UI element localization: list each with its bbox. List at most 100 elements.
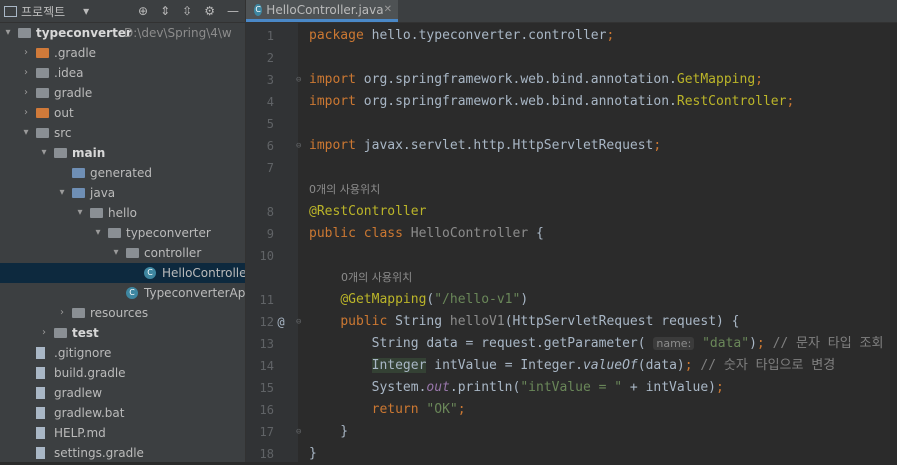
usage-hint[interactable]: 0개의 사용위치 xyxy=(341,267,412,289)
fold-icon[interactable]: ⊖ xyxy=(296,421,306,443)
tree-item[interactable]: ▾ java xyxy=(0,183,245,203)
tree-item[interactable]: build.gradle xyxy=(0,363,245,383)
tree-item-label: typeconverter xyxy=(36,26,132,40)
collapse-all-icon[interactable]: ⇳ xyxy=(182,4,192,18)
tab-label: HelloController.java xyxy=(266,2,384,17)
code-text: return "OK"; xyxy=(371,402,466,417)
folder-icon xyxy=(36,108,49,118)
code-line: 13 String data = request.getParameter( n… xyxy=(246,333,897,355)
code-line: 8 @RestController xyxy=(246,201,897,223)
line-number: 13 xyxy=(259,337,274,351)
code-line: 9 public class HelloController { xyxy=(246,223,897,245)
tree-item[interactable]: › resources xyxy=(0,303,245,323)
line-number: 5 xyxy=(266,117,274,131)
class-icon: C xyxy=(126,287,138,299)
code-line: 16 return "OK"; xyxy=(246,399,897,421)
code-text: Integer intValue = Integer.valueOf(data)… xyxy=(371,358,836,373)
line-number: 17 xyxy=(259,425,274,439)
chevron-right-icon[interactable]: › xyxy=(20,83,32,103)
tree-item[interactable]: ▾ controller xyxy=(0,243,245,263)
chevron-right-icon[interactable]: › xyxy=(38,323,50,343)
chevron-down-icon[interactable]: ▾ xyxy=(110,243,122,263)
folder-icon xyxy=(18,28,31,38)
tree-item[interactable]: › .gradle xyxy=(0,43,245,63)
folder-icon xyxy=(72,308,85,318)
line-number: 15 xyxy=(259,381,274,395)
tree-item[interactable]: settings.gradle xyxy=(0,443,245,462)
code-text: System.out.println("intValue = " + intVa… xyxy=(309,380,724,395)
chevron-right-icon[interactable]: › xyxy=(20,103,32,123)
tree-item[interactable]: ▾ main xyxy=(0,143,245,163)
chevron-down-icon[interactable]: ▾ xyxy=(83,4,89,18)
code-text: public String helloV1(HttpServletRequest… xyxy=(340,314,740,329)
tree-item[interactable]: gradlew.bat xyxy=(0,403,245,423)
code-editor[interactable]: 1 package hello.typeconverter.controller;… xyxy=(246,23,897,462)
code-line: 3 ⊖ import org.springframework.web.bind.an… xyxy=(246,69,897,91)
tree-item[interactable]: ▾ hello xyxy=(0,203,245,223)
gradle-file-icon xyxy=(36,447,45,459)
line-number: 7 xyxy=(266,161,274,175)
chevron-right-icon[interactable]: › xyxy=(20,63,32,83)
gear-icon[interactable]: ⚙ xyxy=(204,4,215,18)
close-icon[interactable]: ✕ xyxy=(384,4,392,15)
chevron-right-icon[interactable]: › xyxy=(20,43,32,63)
fold-icon[interactable]: ⊖ xyxy=(296,135,306,157)
chevron-down-icon[interactable]: ▾ xyxy=(74,203,86,223)
tree-item-label: generated xyxy=(90,166,152,180)
chevron-down-icon[interactable]: ▾ xyxy=(38,143,50,163)
line-number: 1 xyxy=(266,29,274,43)
tree-item[interactable]: › out xyxy=(0,103,245,123)
class-icon: C xyxy=(254,3,263,16)
package-icon xyxy=(90,208,103,218)
tree-item-label: HELP.md xyxy=(54,426,106,440)
folder-icon xyxy=(36,68,49,78)
line-number: 2 xyxy=(266,51,274,65)
tree-item[interactable]: .gitignore xyxy=(0,343,245,363)
code-text: import org.springframework.web.bind.anno… xyxy=(309,94,795,109)
line-number: 6 xyxy=(266,139,274,153)
fold-icon[interactable]: ⊖ xyxy=(296,69,306,91)
code-text: public class HelloController { xyxy=(309,226,544,241)
code-line: 1 package hello.typeconverter.controller; xyxy=(246,25,897,47)
project-panel: 프로젝트 ▾ ⊕ ⇕ ⇳ ⚙ — ▾ typeconverter D:\dev\Sp… xyxy=(0,0,246,462)
annotation-marker-icon[interactable]: @ xyxy=(274,311,288,333)
tree-item[interactable]: › .idea xyxy=(0,63,245,83)
usage-hint-line: 0개의 사용위치 xyxy=(246,179,897,201)
editor-tabs: C HelloController.java ✕ xyxy=(246,0,897,23)
tree-item-label: test xyxy=(72,326,99,340)
tree-item-label: gradlew.bat xyxy=(54,406,125,420)
chevron-down-icon[interactable]: ▾ xyxy=(20,123,32,143)
tree-item[interactable]: C HelloController xyxy=(0,263,245,283)
tree-item[interactable]: ▾ typeconverter xyxy=(0,223,245,243)
code-text: import javax.servlet.http.HttpServletReq… xyxy=(309,138,662,153)
fold-icon[interactable]: ⊖ xyxy=(296,311,306,333)
locate-icon[interactable]: ⊕ xyxy=(138,4,148,18)
chevron-down-icon[interactable]: ▾ xyxy=(92,223,104,243)
project-title: 프로젝트 xyxy=(21,4,66,19)
tree-item[interactable]: ▾ src xyxy=(0,123,245,143)
chevron-down-icon[interactable]: ▾ xyxy=(56,183,68,203)
folder-icon xyxy=(72,188,85,198)
tree-item[interactable]: C TypeconverterApp xyxy=(0,283,245,303)
folder-icon xyxy=(72,168,85,178)
code-text: @GetMapping("/hello-v1") xyxy=(340,292,529,307)
file-file-icon xyxy=(36,347,45,359)
tree-item[interactable]: › test xyxy=(0,323,245,343)
file-file-icon xyxy=(36,387,45,399)
project-view-selector[interactable]: 프로젝트 ▾ xyxy=(4,3,89,20)
line-number: 12 xyxy=(259,315,274,329)
code-text: import org.springframework.web.bind.anno… xyxy=(309,72,763,87)
chevron-down-icon[interactable]: ▾ xyxy=(2,23,14,43)
expand-all-icon[interactable]: ⇕ xyxy=(160,4,170,18)
minimize-icon[interactable]: — xyxy=(227,4,239,18)
tree-item[interactable]: gradlew xyxy=(0,383,245,403)
tree-item[interactable]: HELP.md xyxy=(0,423,245,443)
gradle-file-icon xyxy=(36,367,45,379)
tab-hellocontroller[interactable]: C HelloController.java ✕ xyxy=(246,0,398,22)
tree-item[interactable]: generated xyxy=(0,163,245,183)
usage-hint[interactable]: 0개의 사용위치 xyxy=(309,179,380,201)
line-number: 14 xyxy=(259,359,274,373)
tree-item[interactable]: ▾ typeconverter D:\dev\Spring\4\w xyxy=(0,23,245,43)
tree-item[interactable]: › gradle xyxy=(0,83,245,103)
chevron-right-icon[interactable]: › xyxy=(56,303,68,323)
